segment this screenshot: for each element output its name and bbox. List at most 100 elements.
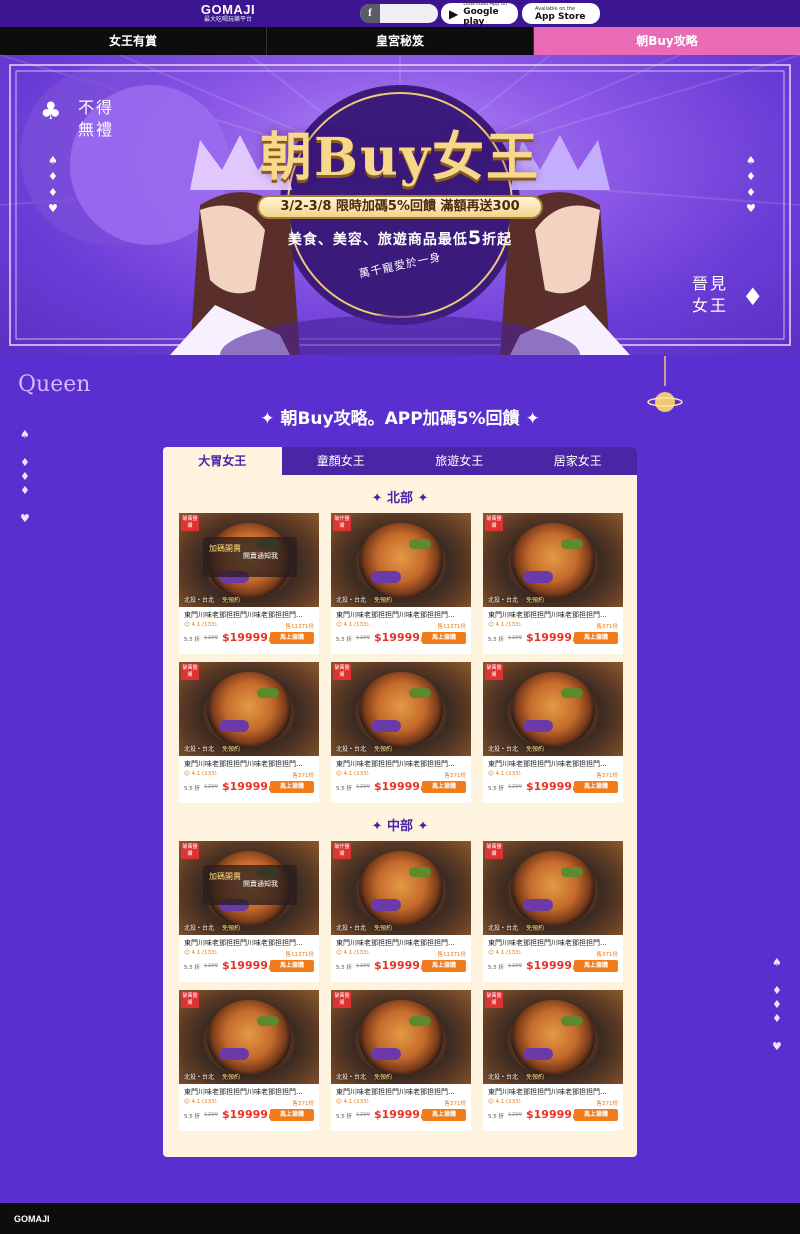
discount: 5.5 折 (488, 786, 504, 792)
sale-price-value: $19999 (526, 959, 572, 972)
deal-card[interactable]: 破仟團購 北投・台北 免預約 東門川味老鄧担担門川味老鄧担担門... ☺ 4.1 (13… (331, 513, 471, 654)
deal-image[interactable]: 破萬團購 北投・台北 免預約 (331, 662, 471, 756)
sale-price-value: $19999 (374, 780, 420, 793)
tab-youthful[interactable]: 童顏女王 (282, 447, 401, 475)
deal-card[interactable]: 破萬團購 北投・台北 免預約 東門川味老鄧担担門川味老鄧担担門... ☺ 4.1 (13… (179, 990, 319, 1131)
buy-now-button[interactable]: 馬上搶購 (422, 781, 466, 793)
deal-name[interactable]: 東門川味老鄧担担門川味老鄧担担門... (488, 759, 618, 769)
google-play-button[interactable]: ▶ Download App on Google play (441, 1, 518, 27)
deal-name[interactable]: 東門川味老鄧担担門川味老鄧担担門... (336, 759, 466, 769)
sold-count: 售371份 (596, 624, 619, 630)
rating-text: 4.1 (133) (495, 622, 521, 628)
deal-image[interactable]: 破萬團購 北投・台北 免預約 (331, 990, 471, 1084)
deal-card[interactable]: 破萬團購 北投・台北 免預約 東門川味老鄧担担門川味老鄧担担門... ☺ 4.1 (13… (331, 990, 471, 1131)
deal-image[interactable]: 破仟團購 北投・台北 免預約 (331, 841, 471, 935)
suit-icons-right: ♠ ♦ ♦ ♦ ♥ (772, 956, 782, 1053)
section-title: ✦ 朝Buy攻略。APP加碼5%回饋 ✦ (200, 404, 600, 429)
deal-card[interactable]: 破仟團購 北投・台北 免預約 東門川味老鄧担担門川味老鄧担担門... ☺ 4.1 (13… (331, 841, 471, 982)
deal-name[interactable]: 東門川味老鄧担担門川味老鄧担担門... (336, 610, 466, 620)
discount: 5.5 折 (184, 786, 200, 792)
deal-image[interactable]: 破萬團購 北投・台北 免預約 (179, 990, 319, 1084)
deal-image[interactable]: 破仟團購 北投・台北 免預約 (331, 513, 471, 607)
deal-image[interactable]: 破萬團購 北投・台北 免預約 (179, 662, 319, 756)
nav-tab-palace-guide[interactable]: 皇宮秘笈 (267, 27, 534, 55)
deal-name[interactable]: 東門川味老鄧担担門川味老鄧担担門... (488, 938, 618, 948)
facebook-icon[interactable]: f (360, 4, 380, 23)
sale-price-value: $19999 (374, 1108, 420, 1121)
deal-card[interactable]: 破萬團購 北投・台北 免預約 東門川味老鄧担担門川味老鄧担担門... ☺ 4.1 (13… (331, 662, 471, 803)
buy-now-button[interactable]: 馬上搶購 (270, 1109, 314, 1121)
deal-image[interactable]: 破萬團購 北投・台北 免預約 (483, 841, 623, 935)
deal-rating: ☺ 4.1 (133) 售11371份 (184, 622, 314, 630)
app-store-button[interactable]: Available on the App Store (522, 3, 600, 24)
notify-me-link[interactable]: 開賣通知我 (243, 551, 278, 561)
deal-name[interactable]: 東門川味老鄧担担門川味老鄧担担門... (488, 1087, 618, 1097)
food-bowl-image (359, 851, 443, 927)
top-bar: GOMAJI 最大吃喝玩樂平台 f ▶ Download App on Goog… (0, 0, 800, 27)
tab-big-eater[interactable]: 大胃女王 (163, 447, 282, 475)
nav-tab-queen-reward[interactable]: 女王有賞 (0, 27, 267, 55)
brand-tagline: 最大吃喝玩樂平台 (203, 16, 252, 23)
deals-panel: 大胃女王 童顏女王 旅遊女王 居家女王 ✦ 北部 ✦ 破萬團購 北投・台北 免預約 加碼… (163, 447, 637, 1157)
food-garnish (561, 867, 583, 877)
deal-card[interactable]: 破萬團購 北投・台北 免預約 東門川味老鄧担担門川味老鄧担担門... ☺ 4.1 (13… (483, 662, 623, 803)
facebook-search-box[interactable]: f (360, 4, 438, 23)
deal-card[interactable]: 破萬團購 北投・台北 免預約 加碼開賣 開賣通知我東門川味老鄧担担門川味老鄧担担門...… (179, 841, 319, 982)
buy-now-button[interactable]: 馬上搶購 (574, 960, 618, 972)
discount: 5.5 折 (184, 637, 200, 643)
deal-name[interactable]: 東門川味老鄧担担門川味老鄧担担門... (336, 938, 466, 948)
buy-now-button[interactable]: 馬上搶購 (270, 781, 314, 793)
deal-name[interactable]: 東門川味老鄧担担門川味老鄧担担門... (184, 1087, 314, 1097)
buy-now-button[interactable]: 馬上搶購 (422, 960, 466, 972)
notify-overlay[interactable]: 加碼開賣 開賣通知我 (203, 537, 297, 577)
deal-name[interactable]: 東門川味老鄧担担門川味老鄧担担門... (184, 610, 314, 620)
notify-overlay[interactable]: 加碼開賣 開賣通知我 (203, 865, 297, 905)
deal-card[interactable]: 破萬團購 北投・台北 免預約 加碼開賣 開賣通知我東門川味老鄧担担門川味老鄧担担門...… (179, 513, 319, 654)
buy-now-button[interactable]: 馬上搶購 (574, 781, 618, 793)
brand-logo[interactable]: GOMAJI 最大吃喝玩樂平台 (200, 3, 256, 24)
deal-location: 北投・台北 免預約 (488, 595, 544, 604)
deal-card[interactable]: 破萬團購 北投・台北 免預約 東門川味老鄧担担門川味老鄧担担門... ☺ 4.1 (13… (483, 841, 623, 982)
sold-count: 售371份 (596, 773, 619, 779)
deal-name[interactable]: 東門川味老鄧担担門川味老鄧担担門... (184, 759, 314, 769)
group-buy-badge: 破萬團購 (181, 843, 199, 859)
region-title: ✦ 北部 ✦ (163, 487, 637, 506)
deal-name[interactable]: 東門川味老鄧担担門川味老鄧担担門... (336, 1087, 466, 1097)
deal-image[interactable]: 破萬團購 北投・台北 免預約 (483, 662, 623, 756)
discount: 5.5 折 (336, 786, 352, 792)
sparkle-icon: ✦ (260, 409, 281, 429)
deal-image[interactable]: 破萬團購 北投・台北 免預約 加碼開賣 開賣通知我 (179, 841, 319, 935)
sold-count: 售371份 (596, 952, 619, 958)
group-buy-badge: 破萬團購 (181, 515, 199, 531)
nav-tab-buy-guide[interactable]: 朝Buy攻略 (534, 27, 800, 55)
buy-now-button[interactable]: 馬上搶購 (270, 632, 314, 644)
hero-left-line: 無禮 (78, 120, 115, 139)
deal-card[interactable]: 破萬團購 北投・台北 免預約 東門川味老鄧担担門川味老鄧担担門... ☺ 4.1 (13… (179, 662, 319, 803)
deal-card[interactable]: 破萬團購 北投・台北 免預約 東門川味老鄧担担門川味老鄧担担門... ☺ 4.1 (13… (483, 513, 623, 654)
location-text: 北投・台北 (488, 925, 519, 932)
deal-name[interactable]: 東門川味老鄧担担門川味老鄧担担門... (488, 610, 618, 620)
tab-travel[interactable]: 旅遊女王 (400, 447, 519, 475)
sale-price: $19999起 (526, 959, 578, 972)
group-buy-badge: 破萬團購 (485, 843, 503, 859)
tab-home[interactable]: 居家女王 (519, 447, 638, 475)
buy-now-button[interactable]: 馬上搶購 (574, 1109, 618, 1121)
footer-logo[interactable]: GOMAJI (14, 1214, 50, 1224)
buy-now-button[interactable]: 馬上搶購 (574, 632, 618, 644)
reserve-text: 免預約 (374, 597, 393, 604)
buy-now-button[interactable]: 馬上搶購 (422, 632, 466, 644)
deal-location: 北投・台北 免預約 (336, 744, 392, 753)
notify-me-link[interactable]: 開賣通知我 (243, 879, 278, 889)
deal-name[interactable]: 東門川味老鄧担担門川味老鄧担担門... (184, 938, 314, 948)
buy-now-button[interactable]: 馬上搶購 (270, 960, 314, 972)
sparkle-icon: ✦ (413, 819, 429, 834)
deal-image[interactable]: 破萬團購 北投・台北 免預約 (483, 513, 623, 607)
food-garnish (523, 1048, 553, 1060)
deal-location: 北投・台北 免預約 (336, 595, 392, 604)
sparkle-icon: ✦ (371, 819, 387, 834)
hero-title: 朝Buy女王 (260, 127, 540, 188)
deal-image[interactable]: 破萬團購 北投・台北 免預約 加碼開賣 開賣通知我 (179, 513, 319, 607)
buy-now-button[interactable]: 馬上搶購 (422, 1109, 466, 1121)
deal-card[interactable]: 破萬團購 北投・台北 免預約 東門川味老鄧担担門川味老鄧担担門... ☺ 4.1 (13… (483, 990, 623, 1131)
deal-image[interactable]: 破萬團購 北投・台北 免預約 (483, 990, 623, 1084)
